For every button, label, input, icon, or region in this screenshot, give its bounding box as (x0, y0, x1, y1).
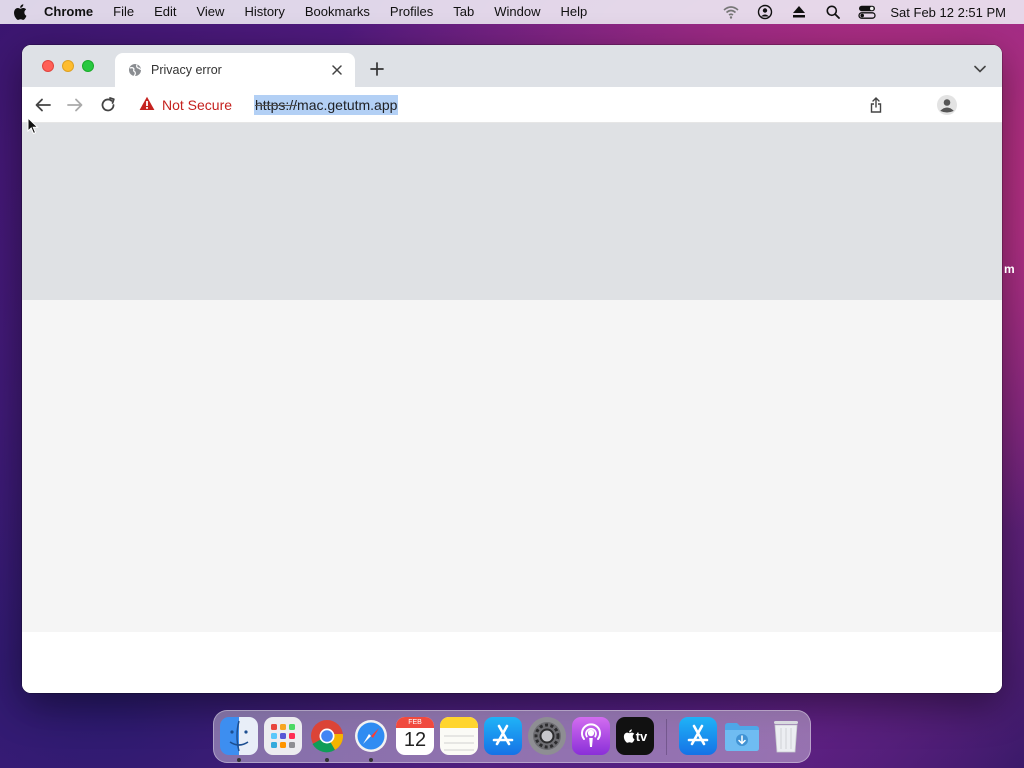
downloads-folder-icon[interactable] (723, 717, 761, 755)
dock-separator (666, 719, 667, 755)
dock: FEB 12 tv (213, 710, 811, 763)
notes-icon[interactable] (440, 717, 478, 755)
system-preferences-icon[interactable] (528, 717, 566, 755)
profile-avatar-icon[interactable] (935, 93, 959, 117)
calendar-day: 12 (403, 729, 427, 751)
menu-view[interactable]: View (186, 0, 234, 24)
tab-title: Privacy error (151, 63, 222, 77)
apple-menu-icon[interactable] (0, 4, 40, 20)
menu-edit[interactable]: Edit (144, 0, 186, 24)
share-icon[interactable] (864, 93, 888, 117)
window-close-button[interactable] (42, 60, 54, 72)
menu-history[interactable]: History (234, 0, 294, 24)
safari-icon[interactable] (352, 717, 390, 755)
browser-window: Privacy error Not Secure https://mac.get… (22, 45, 1002, 693)
tab-strip: Privacy error (22, 45, 1002, 87)
address-bar-url[interactable]: https://mac.getutm.app (254, 95, 399, 115)
app-store-downloads-icon[interactable] (679, 717, 717, 755)
trash-icon[interactable] (767, 717, 805, 755)
background-window-peek-text: m (1004, 262, 1015, 276)
status-area: Sat Feb 12 2:51 PM (714, 0, 1024, 24)
notes-header (440, 717, 478, 728)
new-tab-plus-icon[interactable] (366, 58, 388, 80)
menu-window[interactable]: Window (484, 0, 550, 24)
forward-arrow-icon[interactable] (63, 93, 87, 117)
menu-tab[interactable]: Tab (443, 0, 484, 24)
launchpad-icon[interactable] (264, 717, 302, 755)
loading-placeholder-body (22, 300, 1002, 632)
menu-bar: Chrome File Edit View History Bookmarks … (0, 0, 1024, 24)
url-scheme: https:// (255, 97, 298, 113)
chrome-running-indicator (325, 758, 329, 762)
menu-profiles[interactable]: Profiles (380, 0, 443, 24)
url-host: mac.getutm.app (297, 97, 398, 113)
warning-triangle-icon (139, 96, 155, 114)
chrome-icon[interactable] (308, 717, 346, 755)
spotlight-search-icon[interactable] (816, 0, 850, 24)
calendar-icon[interactable]: FEB 12 (396, 717, 434, 755)
apple-tv-label: tv (635, 728, 648, 744)
menu-bookmarks[interactable]: Bookmarks (295, 0, 380, 24)
finder-icon[interactable] (220, 717, 258, 755)
page-content (22, 123, 1002, 693)
podcasts-icon[interactable] (572, 717, 610, 755)
finder-running-indicator (237, 758, 241, 762)
eject-icon[interactable] (782, 0, 816, 24)
control-center-icon[interactable] (850, 0, 884, 24)
site-security-indicator[interactable]: Not Secure (139, 96, 232, 114)
not-secure-label: Not Secure (162, 97, 233, 113)
tab-search-chevron-down-icon[interactable] (970, 59, 990, 79)
calendar-month: FEB (396, 717, 434, 728)
window-zoom-button[interactable] (82, 60, 94, 72)
apple-tv-icon[interactable]: tv (616, 717, 654, 755)
tab-close-icon[interactable] (327, 60, 347, 80)
mouse-cursor-icon (27, 117, 39, 135)
loading-placeholder-top (22, 123, 1002, 300)
menu-app-name[interactable]: Chrome (40, 0, 103, 24)
tab-privacy-error[interactable]: Privacy error (115, 53, 355, 87)
menu-file[interactable]: File (103, 0, 144, 24)
user-account-icon[interactable] (748, 0, 782, 24)
back-arrow-icon[interactable] (31, 93, 55, 117)
menubar-clock[interactable]: Sat Feb 12 2:51 PM (884, 5, 1006, 20)
globe-icon (127, 62, 143, 78)
window-minimize-button[interactable] (62, 60, 74, 72)
browser-toolbar: Not Secure https://mac.getutm.app (22, 87, 1002, 123)
safari-running-indicator (369, 758, 373, 762)
menu-help[interactable]: Help (551, 0, 598, 24)
app-store-icon[interactable] (484, 717, 522, 755)
wifi-off-icon[interactable] (714, 0, 748, 24)
reload-icon[interactable] (96, 93, 120, 117)
